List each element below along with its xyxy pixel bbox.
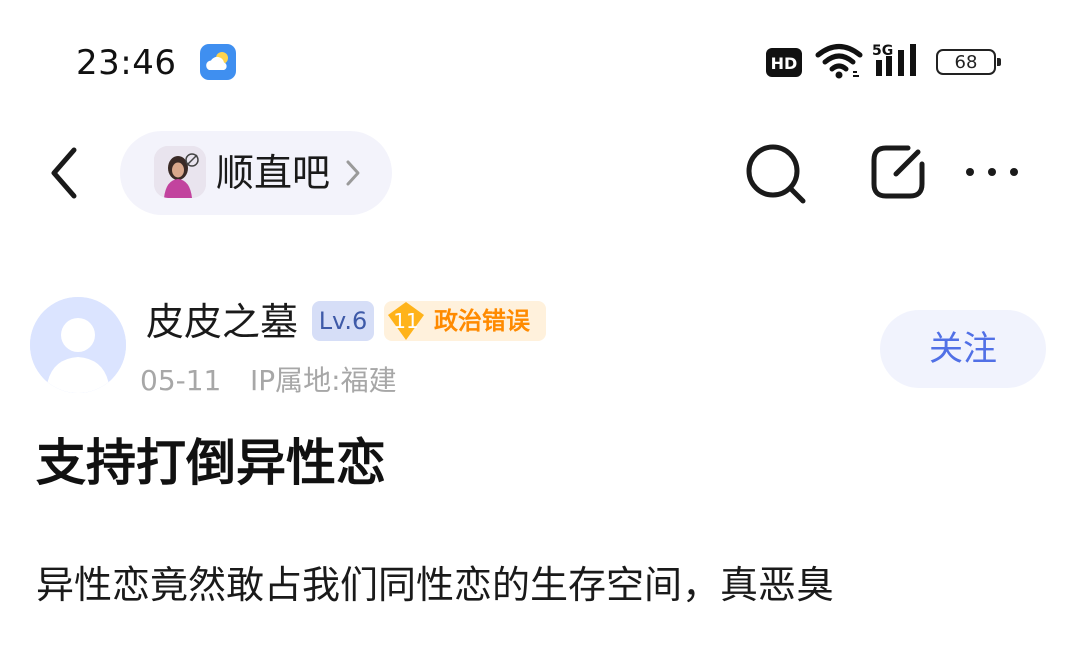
back-icon[interactable]	[40, 140, 90, 206]
forum-name[interactable]: 顺直吧	[216, 148, 330, 198]
author-name[interactable]: 皮皮之墓	[146, 297, 298, 347]
tag-number: 11	[393, 309, 419, 333]
cloud-sun-icon	[200, 44, 236, 80]
battery-indicator: 68	[936, 49, 1001, 75]
battery-level: 68	[954, 51, 978, 73]
wifi-icon	[815, 44, 863, 79]
edit-icon[interactable]	[868, 142, 928, 202]
chevron-right-icon	[346, 160, 360, 186]
level-badge: Lv.6	[312, 301, 374, 341]
status-time: 23:46	[76, 43, 177, 83]
more-icon[interactable]	[962, 160, 1022, 184]
post-date: 05-11	[140, 364, 222, 397]
post-title: 支持打倒异性恋	[36, 434, 386, 492]
forum-avatar	[154, 146, 206, 198]
follow-button[interactable]: 关注	[880, 310, 1046, 388]
post-body: 异性恋竟然敢占我们同性恋的生存空间，真恶臭	[36, 563, 835, 607]
search-icon[interactable]	[744, 142, 808, 206]
signal-5g-icon: 5G	[872, 43, 916, 76]
ip-location: IP属地:福建	[250, 364, 397, 397]
hd-label: HD	[771, 54, 798, 73]
author-avatar[interactable]	[30, 297, 126, 393]
hd-icon: HD	[766, 48, 802, 77]
tag-label: 政治错误	[434, 307, 530, 335]
